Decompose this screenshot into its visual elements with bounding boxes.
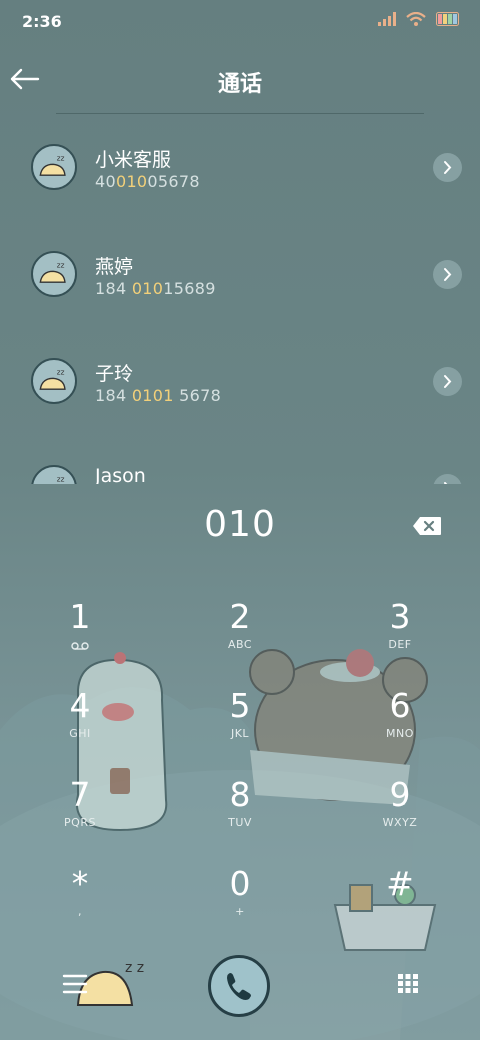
svg-text:zz: zz	[57, 261, 65, 270]
key-letters: WXYZ	[382, 816, 418, 829]
contact-avatar: zz	[31, 144, 77, 190]
contact-number: 4001005678	[95, 172, 200, 191]
key-letters: ,	[78, 905, 82, 918]
svg-text:z z: z z	[125, 960, 144, 976]
dial-key-8[interactable]: 8 TUV	[190, 776, 290, 846]
chevron-right-icon	[444, 375, 452, 388]
key-letters: TUV	[228, 816, 252, 829]
svg-text:zz: zz	[57, 368, 65, 377]
key-letters: +	[235, 905, 245, 918]
wifi-icon	[406, 12, 426, 26]
contact-avatar: zz	[31, 358, 77, 404]
menu-icon[interactable]	[60, 972, 90, 996]
contact-number: 184 01015689	[95, 279, 216, 298]
dial-key-hash[interactable]: #	[350, 865, 450, 935]
contact-name: 燕婷	[95, 256, 134, 278]
call-button[interactable]	[208, 955, 270, 1017]
dial-key-6[interactable]: 6 MNO	[350, 687, 450, 757]
key-letters: DEF	[388, 638, 412, 651]
key-digit: 4	[69, 686, 91, 725]
svg-text:zz: zz	[57, 475, 65, 484]
contact-name: 小米客服	[95, 149, 172, 171]
page-title: 通话	[217, 72, 262, 97]
key-letters: JKL	[230, 727, 250, 740]
contact-detail-button[interactable]	[433, 474, 462, 484]
dial-key-5[interactable]: 5 JKL	[190, 687, 290, 757]
status-bar: 2:36	[0, 0, 480, 44]
dial-key-1[interactable]: 1	[30, 598, 130, 668]
contact-detail-button[interactable]	[433, 260, 462, 289]
chevron-right-icon	[444, 161, 452, 174]
key-digit: 1	[69, 597, 91, 636]
contact-name: 子玲	[95, 363, 134, 385]
dialpad-icon[interactable]	[396, 972, 420, 998]
key-digit: 9	[389, 775, 411, 814]
dial-key-3[interactable]: 3 DEF	[350, 598, 450, 668]
backspace-icon[interactable]	[412, 516, 442, 536]
contact-row[interactable]: zz 小米客服 4001005678	[0, 114, 480, 221]
matched-contacts-list: zz 小米客服 4001005678 zz 燕婷 184 01015689 zz…	[0, 114, 480, 484]
key-letters: GHI	[69, 727, 91, 740]
chevron-right-icon	[444, 482, 448, 484]
contact-number: 184 0101 5678	[95, 386, 222, 405]
contact-avatar: zz	[31, 465, 77, 484]
key-digit: #	[386, 864, 414, 903]
key-digit: 8	[229, 775, 251, 814]
chevron-right-icon	[444, 268, 452, 281]
contact-detail-button[interactable]	[433, 367, 462, 396]
key-digit: 3	[389, 597, 411, 636]
key-digit: 0	[229, 864, 251, 903]
app-header: 通话	[0, 44, 480, 114]
contact-row[interactable]: zz Jason	[0, 435, 480, 484]
svg-text:zz: zz	[57, 154, 65, 163]
dial-key-7[interactable]: 7 PQRS	[30, 776, 130, 846]
status-time: 2:36	[22, 12, 62, 31]
dial-key-9[interactable]: 9 WXYZ	[350, 776, 450, 846]
dial-key-4[interactable]: 4 GHI	[30, 687, 130, 757]
dialed-number: 010	[204, 504, 276, 545]
battery-icon	[436, 12, 459, 26]
dial-key-0[interactable]: 0 +	[190, 865, 290, 935]
dial-key-star[interactable]: * ,	[30, 865, 130, 935]
key-digit: 5	[229, 686, 251, 725]
phone-icon	[227, 973, 251, 1000]
key-letters: MNO	[386, 727, 414, 740]
signal-icon	[378, 12, 396, 26]
contact-name: Jason	[95, 465, 146, 484]
key-digit: 2	[229, 597, 251, 636]
contact-row[interactable]: zz 燕婷 184 01015689	[0, 221, 480, 328]
contact-detail-button[interactable]	[433, 153, 462, 182]
dialer-screen: z z 2:36 通话 zz 小米客服 4001005678 zz 燕婷 184…	[0, 0, 480, 1040]
key-letters: ABC	[227, 638, 253, 651]
voicemail-icon	[71, 642, 89, 650]
key-letters: PQRS	[64, 816, 96, 829]
dial-key-2[interactable]: 2 ABC	[190, 598, 290, 668]
key-digit: 6	[389, 686, 411, 725]
contact-avatar: zz	[31, 251, 77, 297]
key-digit: 7	[69, 775, 91, 814]
contact-row[interactable]: zz 子玲 184 0101 5678	[0, 328, 480, 435]
key-digit: *	[71, 864, 89, 903]
